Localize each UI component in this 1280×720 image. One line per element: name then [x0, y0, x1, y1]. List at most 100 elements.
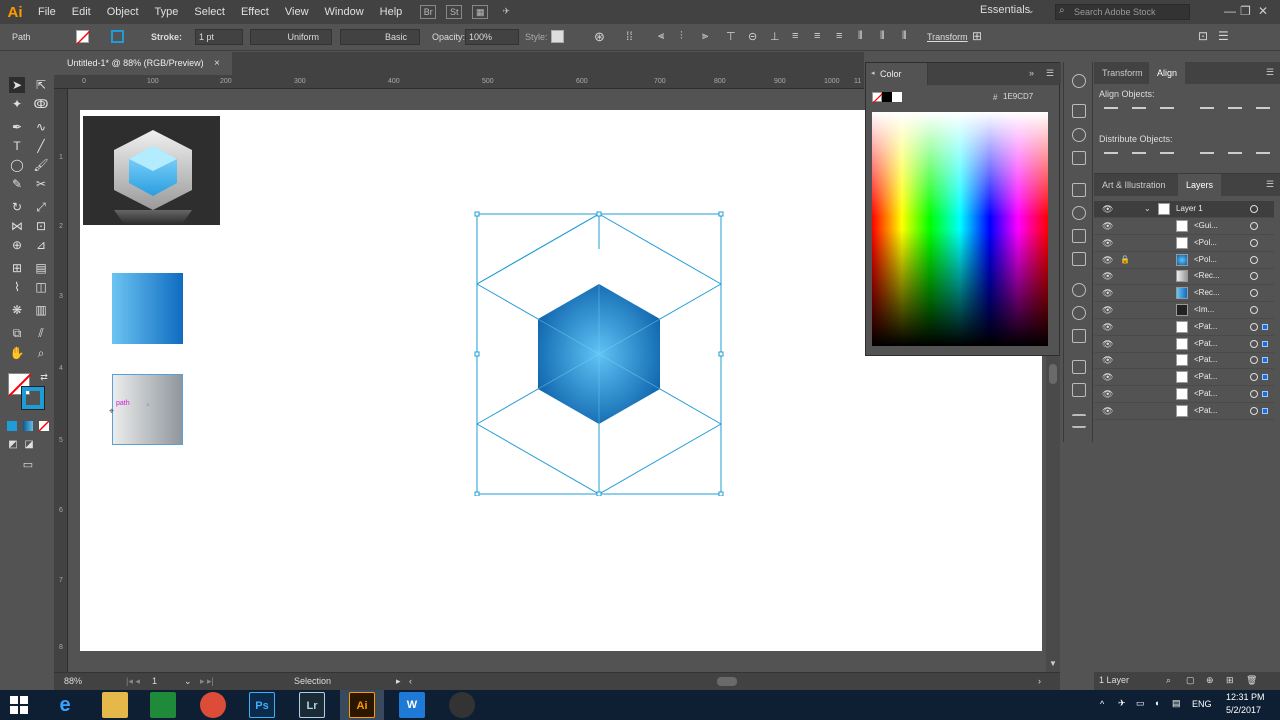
- layer-item-target-icon[interactable]: [1250, 373, 1258, 382]
- selection-tool-icon[interactable]: ➤: [9, 77, 25, 93]
- variable-width-profile[interactable]: Uniform: [250, 29, 332, 45]
- vertical-distribute-center-icon[interactable]: [1132, 152, 1146, 166]
- layer-item-name[interactable]: <Im...: [1194, 305, 1214, 314]
- brushes-icon[interactable]: [1072, 151, 1086, 165]
- visibility-eye-icon[interactable]: 👁: [1102, 322, 1113, 333]
- lock-icon[interactable]: 🔒: [1120, 255, 1130, 264]
- next-artboard-icon[interactable]: ▸ ▸|: [200, 676, 214, 687]
- layer-item-name[interactable]: <Gui...: [1194, 221, 1218, 230]
- status-menu-icon[interactable]: ▸: [396, 676, 401, 687]
- workspace-chevron-icon[interactable]: ⌄: [1027, 5, 1035, 16]
- layer-item-name[interactable]: <Pat...: [1194, 355, 1217, 364]
- layer-item-row[interactable]: 👁 <Rec...: [1094, 285, 1274, 303]
- appearance-icon[interactable]: [1072, 306, 1086, 320]
- store-icon[interactable]: [150, 692, 176, 718]
- chrome-icon[interactable]: [200, 692, 226, 718]
- scroll-thumb[interactable]: [1049, 364, 1057, 384]
- layer-item-target-icon[interactable]: [1250, 222, 1258, 230]
- menu-select[interactable]: Select: [186, 0, 233, 24]
- type-tool-icon[interactable]: T: [9, 138, 25, 154]
- gradient-panel-icon[interactable]: [1072, 252, 1086, 266]
- shaper-tool-icon[interactable]: ✎: [9, 176, 25, 192]
- action-center-icon[interactable]: ▤: [1172, 698, 1181, 709]
- vertical-align-bottom-icon[interactable]: [1256, 107, 1270, 121]
- isolate-icon[interactable]: ⁞⁞: [626, 29, 633, 43]
- workspace-switcher[interactable]: Essentials: [980, 4, 1030, 16]
- artboard-dropdown-icon[interactable]: ⌄: [184, 676, 192, 687]
- photoshop-icon[interactable]: Ps: [249, 692, 275, 718]
- layer-item-row[interactable]: 👁 <Pat...: [1094, 403, 1274, 420]
- visibility-eye-icon[interactable]: 👁: [1102, 372, 1113, 383]
- draw-normal-icon[interactable]: ◩: [5, 437, 21, 453]
- distribute-center-icon[interactable]: ⫴: [880, 30, 885, 43]
- gpu-performance-icon[interactable]: ✈: [498, 5, 514, 19]
- horizontal-align-left-icon[interactable]: [1104, 107, 1118, 121]
- links-icon[interactable]: [1072, 360, 1086, 374]
- align-top-icon[interactable]: ⊤: [726, 30, 736, 43]
- stroke-swatch[interactable]: [111, 30, 124, 43]
- hand-tool-icon[interactable]: ✋: [9, 345, 25, 361]
- tab-art-illustration[interactable]: Art & Illustration: [1094, 174, 1174, 196]
- pen-tool-icon[interactable]: ✒: [9, 119, 25, 135]
- opacity-label[interactable]: Opacity:: [432, 32, 465, 42]
- layer-item-name[interactable]: <Pat...: [1194, 406, 1217, 415]
- screen-mode-icon[interactable]: ▭: [20, 457, 36, 473]
- white-swatch[interactable]: [892, 92, 902, 102]
- distribute-top-icon[interactable]: ≡: [792, 30, 798, 42]
- align-panel-menu-icon[interactable]: ☰: [1266, 67, 1274, 78]
- stock-icon[interactable]: St: [446, 5, 463, 19]
- collapse-panel-icon[interactable]: ◂: [871, 69, 875, 77]
- vertical-align-center-icon[interactable]: [1228, 107, 1242, 121]
- stroke-label[interactable]: Stroke:: [151, 32, 182, 42]
- none-swatch-icon[interactable]: [872, 92, 884, 104]
- paintbrush-icon[interactable]: 🖌: [33, 157, 49, 173]
- line-segment-icon[interactable]: ╱: [33, 138, 49, 154]
- artboard-tool-icon[interactable]: ⧉: [9, 325, 25, 341]
- menu-effect[interactable]: Effect: [233, 0, 277, 24]
- layers-panel-menu-icon[interactable]: ☰: [1266, 179, 1274, 190]
- obs-icon[interactable]: [449, 692, 475, 718]
- mesh-tool-icon[interactable]: ⊞: [9, 260, 25, 276]
- tab-layers[interactable]: Layers: [1178, 174, 1222, 196]
- fill-swatch[interactable]: [76, 30, 91, 45]
- none-mode-icon[interactable]: [38, 420, 50, 432]
- horizontal-distribute-left-icon[interactable]: [1200, 152, 1214, 166]
- visibility-eye-icon[interactable]: 👁: [1102, 221, 1113, 232]
- transform-link[interactable]: Transform: [927, 32, 968, 42]
- layer-item-name[interactable]: <Pat...: [1194, 389, 1217, 398]
- panel-options-icon[interactable]: ☰: [1218, 29, 1229, 43]
- tab-align[interactable]: Align: [1149, 62, 1186, 84]
- align-bottom-icon[interactable]: ⊥: [770, 30, 780, 43]
- network-icon[interactable]: ✈: [1118, 698, 1126, 709]
- stroke-panel-icon[interactable]: [1072, 229, 1086, 243]
- slice-tool-icon[interactable]: ⫽: [33, 325, 49, 341]
- shape-builder-icon[interactable]: ⊕: [9, 237, 25, 253]
- artboard-number[interactable]: 1: [152, 676, 157, 686]
- layer-item-row[interactable]: 👁 <Pat...: [1094, 336, 1274, 353]
- horizontal-scroll-thumb[interactable]: [717, 677, 737, 686]
- vertical-align-top-icon[interactable]: [1200, 107, 1214, 121]
- lightroom-icon[interactable]: Lr: [299, 692, 325, 718]
- stroke-color-icon[interactable]: [21, 386, 45, 410]
- layer-item-target-icon[interactable]: [1250, 272, 1258, 281]
- layer-item-row[interactable]: 👁 🔒 <Pol...: [1094, 252, 1274, 269]
- arrange-icon[interactable]: ⊡: [1198, 29, 1208, 43]
- menu-window[interactable]: Window: [317, 0, 372, 24]
- symbol-sprayer-icon[interactable]: ❋: [9, 302, 25, 318]
- zoom-tool-icon[interactable]: ⌕: [33, 345, 49, 361]
- menu-object[interactable]: Object: [99, 0, 147, 24]
- align-right-icon[interactable]: ⫸: [702, 30, 708, 43]
- selected-art-indicator[interactable]: [1262, 323, 1268, 330]
- selected-art-indicator[interactable]: [1262, 391, 1268, 397]
- layer-item-target-icon[interactable]: [1250, 289, 1258, 298]
- visibility-eye-icon[interactable]: 👁: [1102, 255, 1113, 266]
- align-center-icon[interactable]: ⫶: [680, 30, 683, 43]
- visibility-eye-icon[interactable]: 👁: [1102, 238, 1113, 249]
- blue-gradient-square[interactable]: [112, 273, 183, 344]
- reference-image[interactable]: [83, 116, 220, 225]
- color-guide-icon[interactable]: [1072, 104, 1086, 118]
- shape-options-icon[interactable]: ⊞: [972, 29, 982, 43]
- graphic-style-swatch[interactable]: [551, 30, 564, 43]
- visibility-eye-icon[interactable]: 👁: [1102, 339, 1113, 350]
- horizontal-distribute-center-icon[interactable]: [1228, 152, 1242, 166]
